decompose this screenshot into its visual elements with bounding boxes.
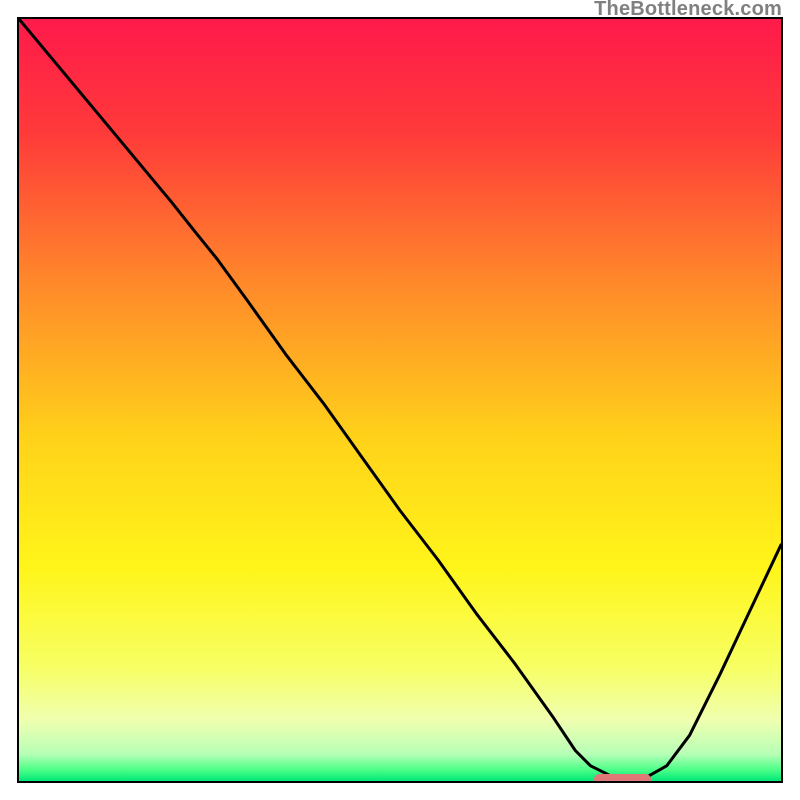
bottleneck-curve (19, 19, 781, 779)
chart-container: TheBottleneck.com (0, 0, 800, 800)
plot-area (17, 17, 783, 783)
optimal-range-marker (594, 774, 651, 783)
curve-svg (19, 19, 781, 781)
